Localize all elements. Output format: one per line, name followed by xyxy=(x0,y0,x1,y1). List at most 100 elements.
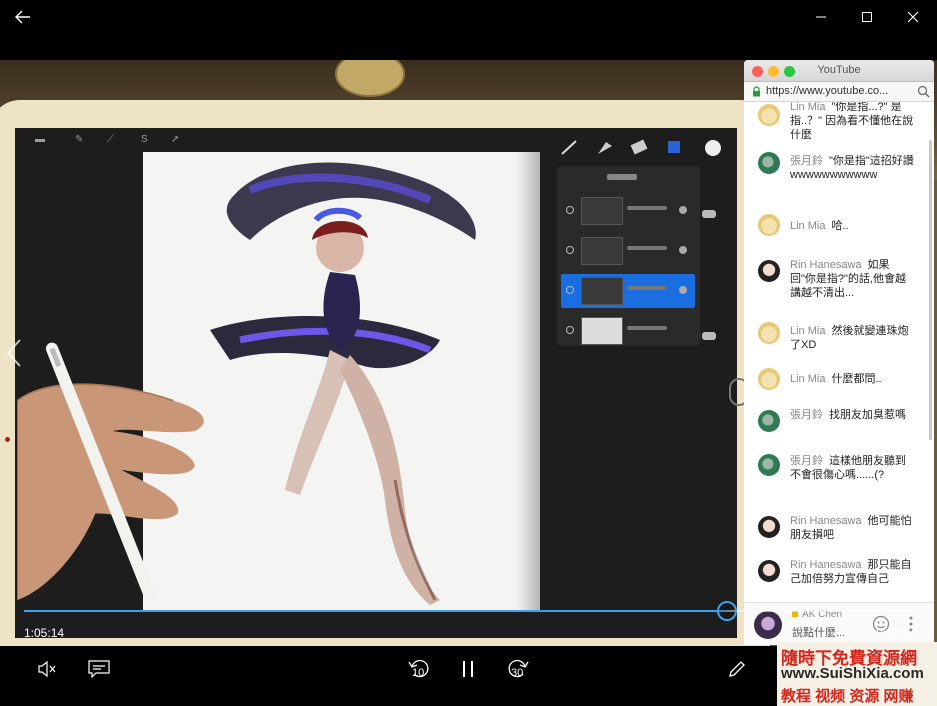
chat-author: Rin Hanesawa xyxy=(790,559,862,571)
watermark-line-3: 教程 视频 资源 网赚 xyxy=(781,688,914,705)
layer-row-active[interactable] xyxy=(561,274,695,308)
url-bar[interactable]: https://www.youtube.co... xyxy=(744,82,934,102)
seek-bar-thumb[interactable] xyxy=(716,601,737,621)
layer-check xyxy=(679,206,687,214)
chat-message-body: 張月鈴 這樣他朋友聽到不會很傷心嗎......(? xyxy=(790,454,915,482)
chat-message-body: Rin Hanesawa 如果回"你是指?"的話,他會越講越不清出... xyxy=(790,258,915,300)
avatar xyxy=(758,104,780,126)
maximize-icon xyxy=(862,12,872,22)
layer-name-bar xyxy=(627,326,667,330)
chat-message: Rin Hanesawa 那只能自己加倍努力宣傳自己 xyxy=(744,548,934,602)
remaining-time: -0:17:14 xyxy=(872,626,917,640)
chat-message-body: Lin Mia "你是指...?" 是指..？" 因為看不懂他在說什麼 xyxy=(790,102,915,142)
close-dot-icon[interactable] xyxy=(752,66,763,77)
back-button[interactable] xyxy=(0,0,46,34)
selection-icon: S xyxy=(141,134,148,145)
magnifier-icon[interactable] xyxy=(917,85,930,98)
chat-author: 張月鈴 xyxy=(790,455,823,467)
layer-thumbnail xyxy=(581,197,623,225)
chat-scrollbar[interactable] xyxy=(929,140,932,440)
brush-size-slider xyxy=(702,210,716,218)
gallery-label-icon: ▬ xyxy=(35,134,45,145)
chat-message: Rin Hanesawa 如果回"你是指?"的話,他會越講越不清出... xyxy=(744,248,934,310)
chat-message: Lin Mia "你是指...?" 是指..？" 因為看不懂他在說什麼 xyxy=(744,102,934,142)
layer-visibility-dot xyxy=(566,206,574,214)
chat-message-body: Lin Mia 哈.. xyxy=(790,219,915,233)
avatar xyxy=(758,560,780,582)
layer-name-bar xyxy=(627,286,667,290)
chat-author: Lin Mia xyxy=(790,373,826,385)
chat-text: 哈.. xyxy=(831,220,849,232)
chat-input[interactable]: 說點什麼... xyxy=(792,624,845,640)
avatar xyxy=(758,152,780,174)
magic-wand-icon: ⟋ xyxy=(107,134,114,145)
chat-message: 張月鈴 這樣他朋友聽到不會很傷心嗎......(? xyxy=(744,442,934,504)
chat-message-body: Rin Hanesawa 那只能自己加倍努力宣傳自己 xyxy=(790,558,915,586)
next-arrow-icon[interactable] xyxy=(914,338,930,368)
skip-back-button[interactable]: 10 xyxy=(396,646,442,692)
arrow-left-icon xyxy=(15,10,30,24)
layer-check xyxy=(679,246,687,254)
opacity-slider xyxy=(702,332,716,340)
elapsed-time: 1:05:14 xyxy=(24,626,65,640)
avatar xyxy=(758,214,780,236)
layer-check xyxy=(679,286,687,294)
chat-author: Rin Hanesawa xyxy=(790,515,862,527)
avatar xyxy=(758,322,780,344)
pencil-icon xyxy=(729,661,745,677)
layers-title xyxy=(607,174,637,180)
url-text: https://www.youtube.co... xyxy=(766,85,889,97)
chat-author: Lin Mia xyxy=(790,325,826,337)
watermark-logo: 隨時下免費資源網 www.SuiShiXia.com 教程 视频 资源 网赚 xyxy=(777,642,937,706)
chat-author: Lin Mia xyxy=(790,220,826,232)
layer-thumbnail xyxy=(581,317,623,345)
avatar xyxy=(758,260,780,282)
layer-visibility-dot xyxy=(566,326,574,334)
previous-arrow-icon[interactable] xyxy=(6,338,22,368)
pause-button[interactable] xyxy=(445,646,491,692)
avatar xyxy=(754,611,782,639)
chat-text: 找朋友加臭惹嗎 xyxy=(829,409,906,421)
layer-row[interactable] xyxy=(561,194,695,228)
minimize-icon xyxy=(816,16,826,18)
close-icon xyxy=(907,11,919,23)
chat-author: 張月鈴 xyxy=(790,409,823,421)
layer-visibility-dot xyxy=(566,286,574,294)
mute-button[interactable] xyxy=(24,646,70,692)
avatar xyxy=(758,410,780,432)
skip-forward-seconds: 30 xyxy=(511,667,524,679)
layer-row[interactable] xyxy=(561,314,695,348)
hand-with-stylus xyxy=(16,342,204,600)
chat-window-titlebar: YouTube xyxy=(744,60,934,82)
drawing-tools xyxy=(561,139,721,156)
live-chat-window[interactable]: YouTube https://www.youtube.co... Lin Mi… xyxy=(744,60,934,645)
chat-author: Rin Hanesawa xyxy=(790,259,862,271)
skip-forward-button[interactable]: 30 xyxy=(495,646,541,692)
skip-back-seconds: 10 xyxy=(412,667,425,679)
chat-message-body: Lin Mia 什麼都問.. xyxy=(790,372,915,386)
avatar xyxy=(758,368,780,390)
draw-button[interactable] xyxy=(714,646,760,692)
pause-icon xyxy=(463,661,473,677)
chat-message: Lin Mia 然後就變連珠炮了XD xyxy=(744,310,934,358)
chat-author: 張月鈴 xyxy=(790,155,823,167)
chat-message: 張月鈴 "你是指"這招好讚wwwwwwwwwww xyxy=(744,142,934,204)
captions-button[interactable] xyxy=(76,646,122,692)
watermark-line-2: www.SuiShiXia.com xyxy=(781,665,924,682)
chat-message-body: Lin Mia 然後就變連珠炮了XD xyxy=(790,324,915,352)
layer-thumbnail xyxy=(581,237,623,265)
chat-message: Lin Mia 哈.. xyxy=(744,204,934,248)
chat-author: Lin Mia xyxy=(790,102,826,113)
chat-messages[interactable]: Lin Mia "你是指...?" 是指..？" 因為看不懂他在說什麼 張月鈴 "你… xyxy=(744,102,934,602)
minimize-dot-icon[interactable] xyxy=(768,66,779,77)
avatar xyxy=(758,516,780,538)
layer-visibility-dot xyxy=(566,246,574,254)
chat-message-body: 張月鈴 找朋友加臭惹嗎 xyxy=(790,408,915,422)
layers-panel xyxy=(557,166,700,346)
volume-muted-icon xyxy=(38,661,56,677)
layer-row[interactable] xyxy=(561,234,695,268)
close-button[interactable] xyxy=(890,0,936,34)
avatar xyxy=(758,454,780,476)
minimize-button[interactable] xyxy=(798,0,844,34)
maximize-button[interactable] xyxy=(844,0,890,34)
